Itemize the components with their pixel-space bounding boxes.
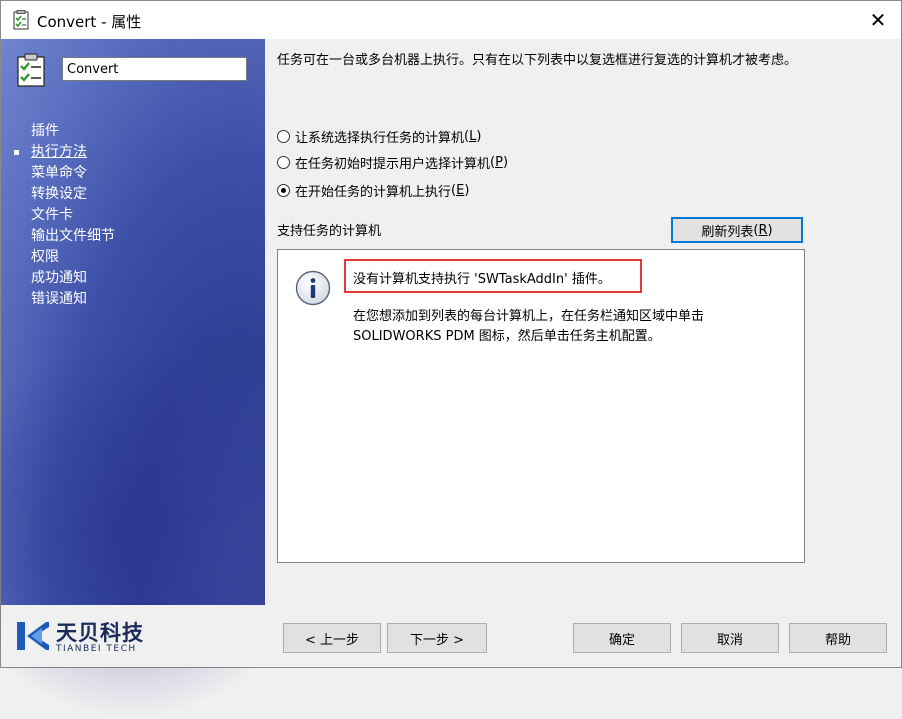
logo-english-text: TIANBEI TECH	[56, 644, 137, 654]
instruction-line-1: 在您想添加到列表的每台计算机上，在任务栏通知区域中单击	[353, 309, 705, 324]
accelerator-close: )	[476, 128, 482, 144]
option-system-choose[interactable]: 让系统选择执行任务的计算机(L)	[277, 125, 481, 147]
previous-button[interactable]: < 上一步	[283, 623, 381, 653]
option-prompt-user[interactable]: 在任务初始时提示用户选择计算机(P)	[277, 151, 508, 173]
sidebar-item-label: 错误通知	[31, 291, 87, 307]
active-bullet-icon	[14, 150, 19, 155]
refresh-list-button[interactable]: 刷新列表(R)	[671, 217, 803, 243]
accelerator-close: )	[767, 222, 773, 238]
ok-button[interactable]: 确定	[573, 623, 671, 653]
sidebar-nav: 插件 执行方法 菜单命令 转换设定 文件卡 输出文件细节 权限 成功通知 错误通…	[1, 121, 265, 310]
instruction-line-2: SOLIDWORKS PDM 图标，然后单击任务主机配置。	[353, 329, 661, 344]
computer-list-box: 没有计算机支持执行 'SWTaskAddIn' 插件。 在您想添加到列表的每台计…	[277, 249, 805, 563]
sidebar-item-label: 权限	[31, 249, 59, 265]
brand-logo: 天贝科技 TIANBEI TECH	[16, 617, 161, 657]
sidebar-item-permissions[interactable]: 权限	[1, 247, 265, 268]
sidebar: 插件 执行方法 菜单命令 转换设定 文件卡 输出文件细节 权限 成功通知 错误通…	[0, 39, 321, 719]
accelerator-close: )	[502, 154, 509, 170]
sidebar-item-label: 转换设定	[31, 186, 87, 202]
close-button[interactable]: ✕	[855, 1, 901, 39]
radio-button-checked[interactable]	[277, 183, 290, 197]
refresh-label: 刷新列表	[701, 224, 754, 240]
accelerator-key: L	[469, 128, 477, 144]
intro-text: 任务可在一台或多台机器上执行。只有在以下列表中以复选框进行复选的计算机才被考虑。	[277, 53, 798, 68]
window-title: Convert - 属性	[37, 13, 142, 31]
option-label: 让系统选择执行任务的计算机	[295, 130, 465, 146]
sidebar-item-output-details[interactable]: 输出文件细节	[1, 226, 265, 247]
option-label: 在任务初始时提示用户选择计算机	[295, 156, 491, 172]
footer: 天贝科技 TIANBEI TECH < 上一步 下一步 > 确定 取消 帮助	[1, 605, 901, 667]
help-button[interactable]: 帮助	[789, 623, 887, 653]
sidebar-item-conversion-settings[interactable]: 转换设定	[1, 184, 265, 205]
option-run-on-initiating-computer[interactable]: 在开始任务的计算机上执行(E)	[277, 179, 469, 201]
cancel-button[interactable]: 取消	[681, 623, 779, 653]
instruction-text: 在您想添加到列表的每台计算机上，在任务栏通知区域中单击 SOLIDWORKS P…	[353, 307, 773, 347]
radio-button[interactable]	[277, 155, 290, 169]
sidebar-item-label: 菜单命令	[31, 165, 87, 181]
logo-chinese-text: 天贝科技	[56, 621, 144, 645]
accelerator-key: R	[758, 222, 768, 238]
task-name-input[interactable]	[62, 57, 247, 81]
sidebar-item-execution-method[interactable]: 执行方法	[1, 142, 265, 163]
sidebar-item-menu-command[interactable]: 菜单命令	[1, 163, 265, 184]
option-label: 在开始任务的计算机上执行	[295, 184, 452, 200]
sidebar-item-label: 成功通知	[31, 270, 87, 286]
sidebar-item-file-card[interactable]: 文件卡	[1, 205, 265, 226]
no-computer-message: 没有计算机支持执行 'SWTaskAddIn' 插件。	[353, 272, 611, 287]
sidebar-item-addin[interactable]: 插件	[1, 121, 265, 142]
radio-button[interactable]	[277, 129, 290, 143]
checklist-icon	[17, 53, 45, 87]
sidebar-item-error-notification[interactable]: 错误通知	[1, 289, 265, 310]
accelerator-key: P	[495, 154, 503, 170]
properties-dialog: Convert - 属性 ✕ 插件 执行方法 菜单命令 转换设定 文件卡 输出文…	[0, 0, 902, 719]
info-icon	[295, 270, 331, 306]
sidebar-item-label: 插件	[31, 123, 59, 139]
accelerator-close: )	[464, 182, 470, 198]
supported-computers-label: 支持任务的计算机	[277, 224, 382, 239]
title-bar: Convert - 属性 ✕	[1, 1, 901, 39]
sidebar-item-label: 文件卡	[31, 207, 73, 223]
accelerator-key: E	[456, 182, 465, 198]
next-button[interactable]: 下一步 >	[387, 623, 487, 653]
sidebar-item-label: 输出文件细节	[31, 228, 115, 244]
task-properties-icon	[13, 10, 29, 30]
tianbei-logo-icon	[17, 622, 49, 650]
close-icon: ✕	[869, 8, 887, 32]
main-panel: 任务可在一台或多台机器上执行。只有在以下列表中以复选框进行复选的计算机才被考虑。…	[265, 39, 901, 605]
sidebar-item-success-notification[interactable]: 成功通知	[1, 268, 265, 289]
sidebar-item-label: 执行方法	[31, 144, 87, 160]
